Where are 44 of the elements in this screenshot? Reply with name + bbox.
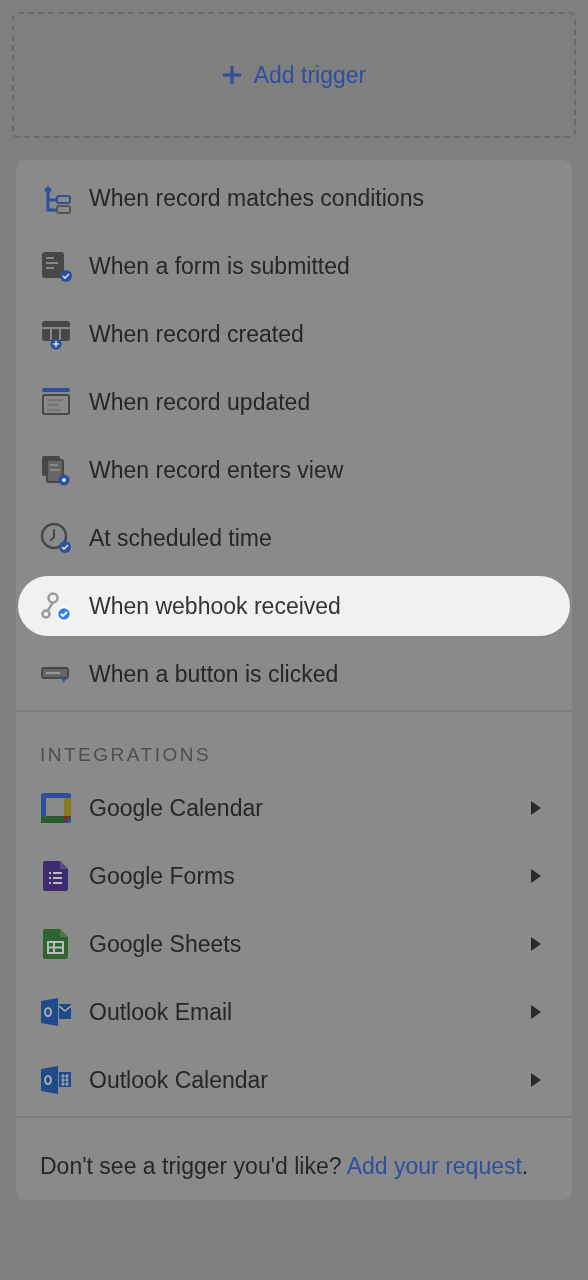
- integration-label: Outlook Calendar: [89, 1066, 269, 1094]
- trigger-label: When record enters view: [89, 456, 345, 484]
- webhook-icon: [40, 590, 72, 622]
- section-heading: INTEGRATIONS: [39, 743, 213, 767]
- add-request-link[interactable]: Add your request: [346, 1153, 522, 1179]
- trigger-item[interactable]: When record matches conditions: [16, 164, 572, 232]
- trigger-item[interactable]: At scheduled time: [16, 504, 572, 572]
- integration-item[interactable]: Outlook Calendar: [16, 1046, 572, 1114]
- caret-icon: [530, 936, 542, 952]
- trigger-item[interactable]: When webhook received: [18, 576, 570, 636]
- window-icon: [40, 386, 72, 418]
- trigger-label: When record matches conditions: [89, 184, 425, 212]
- trigger-label: When a form is submitted: [89, 252, 351, 280]
- integration-item[interactable]: Google Sheets: [16, 910, 572, 978]
- trigger-label: When webhook received: [89, 592, 342, 620]
- table-plus-icon: [40, 318, 72, 350]
- integration-item[interactable]: Google Forms: [16, 842, 572, 910]
- caret-icon: [530, 1004, 542, 1020]
- calendar-icon: [40, 792, 72, 824]
- mail-icon: [40, 996, 72, 1028]
- trigger-item[interactable]: When record updated: [16, 368, 572, 436]
- trigger-label: When record updated: [89, 388, 312, 416]
- trigger-item[interactable]: When a form is submitted: [16, 232, 572, 300]
- calendar-grid-icon: [40, 1064, 72, 1096]
- integration-label: Google Calendar: [89, 794, 264, 822]
- integration-label: Outlook Email: [89, 998, 234, 1026]
- integration-label: Google Sheets: [89, 930, 243, 958]
- form-check-icon: [40, 250, 72, 282]
- caret-icon: [530, 1072, 542, 1088]
- trigger-label: When record created: [89, 320, 305, 348]
- caret-icon: [530, 868, 542, 884]
- integration-label: Google Forms: [89, 862, 236, 890]
- trigger-label: When a button is clicked: [89, 660, 340, 688]
- clock-icon: [40, 522, 72, 554]
- integration-item[interactable]: Google Calendar: [16, 774, 572, 842]
- document-eye-icon: [40, 454, 72, 486]
- trigger-label: At scheduled time: [89, 524, 273, 552]
- request-message: Don't see a trigger you'd like? Add your request.: [39, 1152, 530, 1181]
- trigger-item[interactable]: When record enters view: [16, 436, 572, 504]
- integration-item[interactable]: Outlook Email: [16, 978, 572, 1046]
- caret-icon: [530, 800, 542, 816]
- plus-icon: [221, 65, 242, 85]
- trigger-item[interactable]: When a button is clicked: [16, 640, 572, 708]
- trigger-item[interactable]: When record created: [16, 300, 572, 368]
